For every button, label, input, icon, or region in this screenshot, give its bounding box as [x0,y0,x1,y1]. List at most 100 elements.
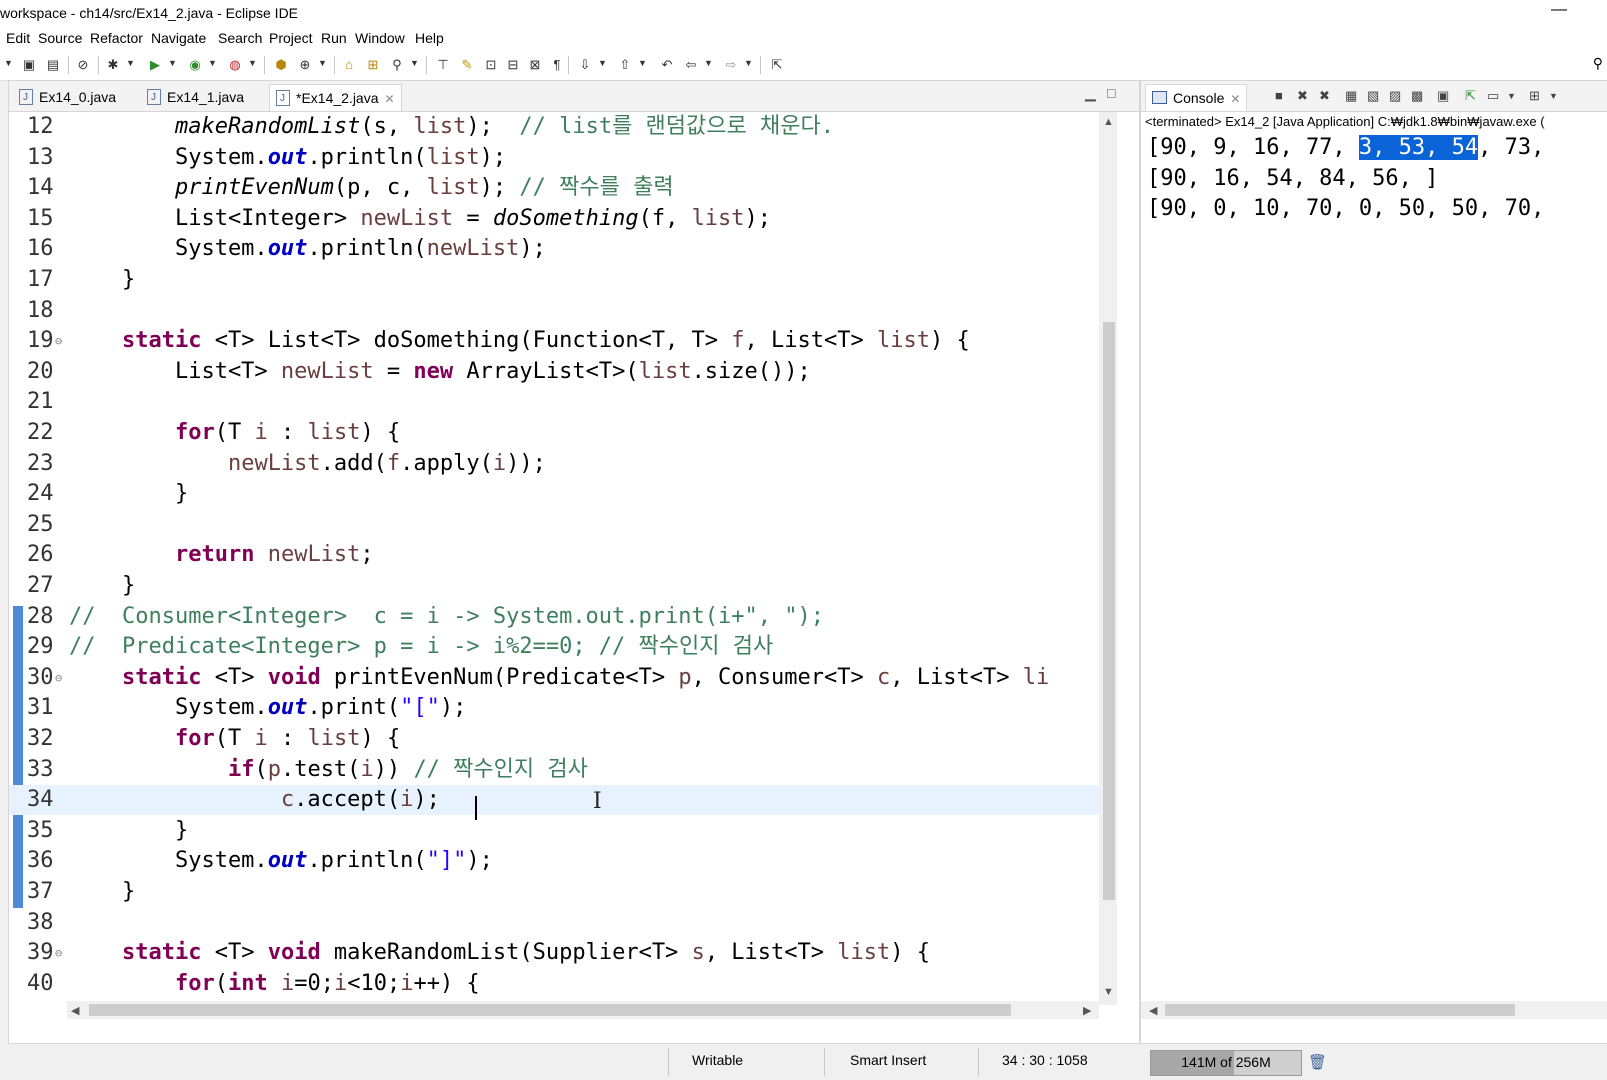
mark-occurrences-icon[interactable]: ✎ [458,56,476,74]
fold-toggle-icon[interactable]: ⊖ [55,326,62,356]
debug-icon[interactable]: ✱ [104,56,122,74]
scroll-right-arrow-icon[interactable]: ▶ [1083,1004,1091,1017]
word-wrap-icon[interactable]: ⊟ [504,56,522,74]
coverage-icon[interactable]: ◉ [186,56,204,74]
scroll-left-arrow-icon[interactable]: ◀ [71,1004,79,1017]
forward-icon[interactable]: ⇨ [722,56,740,74]
fold-toggle-icon[interactable]: ⊖ [55,663,62,693]
code-line[interactable]: 16 System.out.println(newList); [9,234,1117,264]
pilcrow-icon[interactable]: ¶ [548,56,566,74]
code-line[interactable]: 39 ⊖ static <T> void makeRandomList(Suppl… [9,938,1117,968]
editor-vertical-scrollbar[interactable]: ▲ ▼ [1099,112,1117,1005]
run-icon[interactable]: ▶ [146,56,164,74]
maximize-view-icon[interactable]: □ [1107,85,1115,101]
menu-window[interactable]: Window [355,30,405,46]
next-annotation-icon[interactable]: ⇩ [576,56,594,74]
open-type-icon[interactable]: ⌂ [340,56,358,74]
dropdown-arrow-icon[interactable]: ▼ [248,58,257,68]
open-console-icon[interactable]: ⊞ [1529,88,1540,104]
close-icon[interactable]: ✕ [385,92,395,106]
menu-source[interactable]: Source [38,30,82,46]
scroll-thumb[interactable] [89,1004,1011,1016]
garbage-collect-icon[interactable]: 🗑 [1308,1053,1327,1071]
menu-project[interactable]: Project [269,30,313,46]
code-line[interactable]: 22 for(T i : list) { [9,418,1117,448]
new-class-icon[interactable]: ⊕ [296,56,314,74]
dropdown-arrow-icon[interactable]: ▼ [318,58,327,68]
dropdown-arrow-icon[interactable]: ▼ [744,58,753,68]
scroll-thumb[interactable] [1165,1004,1515,1016]
dropdown-arrow-icon[interactable]: ▼ [1507,91,1516,101]
menu-run[interactable]: Run [321,30,347,46]
code-line[interactable]: 32 for(T i : list) { [9,724,1117,754]
menu-navigate[interactable]: Navigate [151,30,206,46]
code-line[interactable]: 17 } [9,265,1117,295]
minimize-view-icon[interactable]: ▁ [1085,85,1096,102]
fold-toggle-icon[interactable]: ⊖ [55,938,62,968]
dropdown-arrow-icon[interactable]: ▼ [410,58,419,68]
tab-ex14-1[interactable]: Ex14_1.java [147,84,244,111]
last-edit-icon[interactable]: ↶ [658,56,676,74]
show-on-output-icon[interactable]: ▩ [1411,88,1423,104]
terminate-icon[interactable]: ■ [1275,88,1283,103]
code-line[interactable]: 31 System.out.print("["); [9,693,1117,723]
tab-console[interactable]: Console ✕ [1145,84,1248,111]
code-line[interactable]: 13 System.out.println(list); [9,143,1117,173]
new-java-project-icon[interactable]: ⬢ [272,56,290,74]
dropdown-arrow-icon[interactable]: ▼ [168,58,177,68]
scroll-thumb[interactable] [1103,322,1115,900]
dropdown-arrow-icon[interactable]: ▼ [208,58,217,68]
code-line[interactable]: 18 [9,296,1117,326]
save-all-icon[interactable]: ▤ [44,56,62,74]
show-whitespace-icon[interactable]: ⊠ [526,56,544,74]
heap-status[interactable]: 141M of 256M [1150,1050,1302,1076]
code-line[interactable]: 28 // Consumer<Integer> c = i -> System.o… [9,602,1117,632]
code-line[interactable]: 19 ⊖ static <T> List<T> doSomething(Funct… [9,326,1117,356]
remove-launch-icon[interactable]: ✖ [1297,88,1308,104]
console-line[interactable]: [90, 16, 54, 84, 56, ] [1147,164,1438,194]
scroll-up-arrow-icon[interactable]: ▲ [1103,116,1114,128]
code-line[interactable]: 26 return newList; [9,540,1117,570]
previous-annotation-icon[interactable]: ⇧ [616,56,634,74]
dropdown-arrow-icon[interactable]: ▼ [1549,91,1558,101]
dropdown-arrow-icon[interactable]: ▼ [704,58,713,68]
open-folder-icon[interactable]: ⊞ [364,56,382,74]
pin-editor-icon[interactable]: ⇱ [768,56,786,74]
back-icon[interactable]: ⇦ [682,56,700,74]
code-line[interactable]: 20 List<T> newList = new ArrayList<T>(li… [9,357,1117,387]
tab-ex14-0[interactable]: Ex14_0.java [19,84,116,111]
menu-edit[interactable]: Edit [6,30,30,46]
tab-ex14-2[interactable]: *Ex14_2.java ✕ [269,84,402,112]
console-line[interactable]: [90, 0, 10, 70, 0, 50, 50, 70, [1147,194,1544,224]
search-icon[interactable]: ⚲ [388,56,406,74]
menu-help[interactable]: Help [415,30,444,46]
dropdown-arrow-icon[interactable]: ▼ [4,58,13,68]
remove-all-launches-icon[interactable]: ✖ [1319,88,1330,104]
code-editor[interactable]: 12 makeRandomList(s, list); // list를 랜덤값… [9,112,1117,1005]
code-line[interactable]: 23 newList.add(f.apply(i)); [9,449,1117,479]
clear-console-icon[interactable]: ▦ [1345,88,1357,104]
code-line[interactable]: 27 } [9,571,1117,601]
code-line[interactable]: 34 c.accept(i); [9,785,1117,816]
save-icon[interactable]: ▣ [20,56,38,74]
scroll-lock-icon[interactable]: ▧ [1367,88,1379,104]
code-line[interactable]: 12 makeRandomList(s, list); // list를 랜덤값… [9,112,1117,142]
toggle-breadcrumb-icon[interactable]: ⊤ [434,56,452,74]
skip-breakpoints-icon[interactable]: ⊘ [74,56,92,74]
dropdown-arrow-icon[interactable]: ▼ [126,58,135,68]
menu-search[interactable]: Search [218,30,262,46]
display-console-icon[interactable]: ▭ [1487,88,1499,104]
code-line[interactable]: 29 // Predicate<Integer> p = i -> i%2==0;… [9,632,1117,662]
pin-console-icon[interactable]: ⇱ [1465,88,1476,104]
word-wrap-icon[interactable]: ▨ [1389,88,1401,104]
dropdown-arrow-icon[interactable]: ▼ [598,58,607,68]
code-line[interactable]: 35 } [9,816,1117,846]
code-line[interactable]: 38 [9,908,1117,938]
code-line[interactable]: 14 printEvenNum(p, c, list); // 짝수를 출력 [9,173,1117,203]
code-line[interactable]: 24 } [9,479,1117,509]
menu-refactor[interactable]: Refactor [90,30,143,46]
block-selection-icon[interactable]: ⊡ [482,56,500,74]
editor-horizontal-scrollbar[interactable]: ◀ ▶ [67,1001,1099,1019]
minimize-button[interactable]: — [1551,1,1567,19]
external-tools-icon[interactable]: ◍ [226,56,244,74]
